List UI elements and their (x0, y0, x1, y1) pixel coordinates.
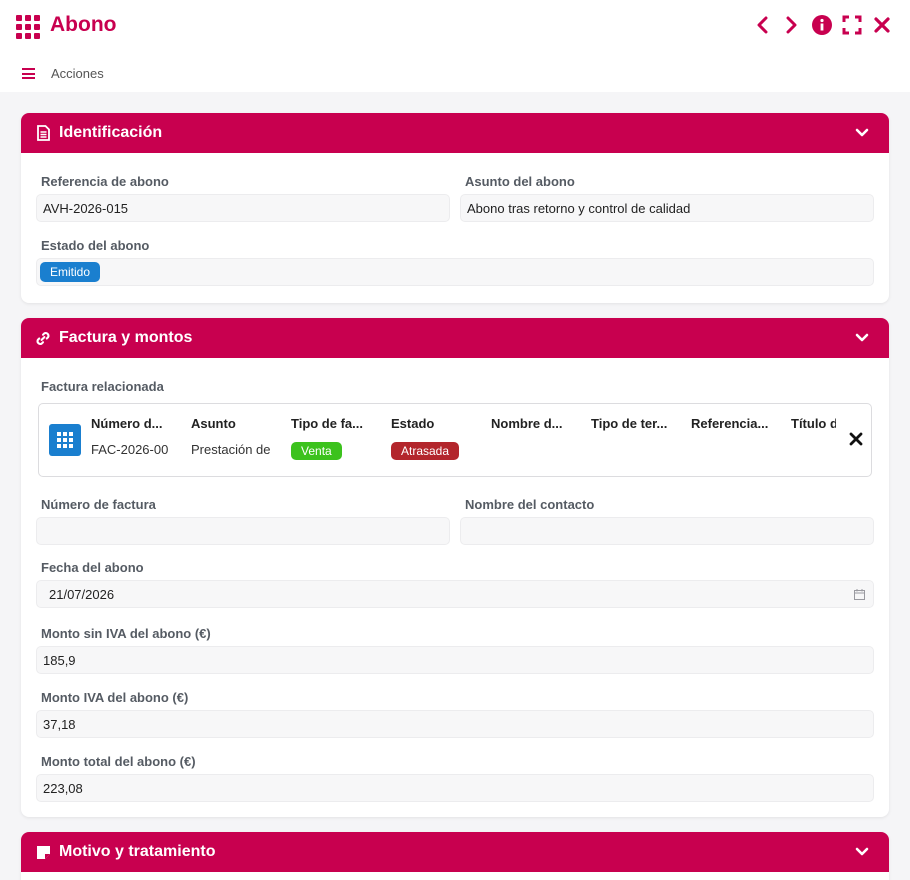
column-header: Nombre d... (491, 416, 563, 431)
monto-sin-iva-field[interactable]: 185,9 (36, 646, 874, 674)
factura-relacionada-record[interactable]: Número d... FAC-2026-00 Asunto Prestació… (38, 403, 872, 477)
actions-menu[interactable]: Acciones (22, 66, 104, 81)
column-value-cell: Venta (291, 442, 377, 462)
column-header: Asunto (191, 416, 236, 431)
column-value (691, 442, 777, 462)
identificacion-title: Identificación (59, 124, 163, 141)
monto-total-field[interactable]: 223,08 (36, 774, 874, 802)
actions-label[interactable]: Acciones (51, 66, 104, 81)
identificacion-header[interactable]: Identificación (21, 113, 889, 153)
contacto-label: Nombre del contacto (465, 497, 595, 512)
monto-total-label: Monto total del abono (€) (41, 754, 196, 769)
window-controls (752, 14, 892, 36)
info-icon[interactable] (812, 14, 832, 36)
chevron-down-icon[interactable] (855, 331, 869, 345)
fecha-value: 21/07/2026 (49, 586, 115, 602)
column-header: Tipo de ter... (591, 416, 668, 431)
column-header: Estado (391, 416, 435, 431)
estado-field[interactable]: Emitido (36, 258, 874, 286)
column-value-cell: Atrasada (391, 442, 477, 462)
motivo-header[interactable]: Motivo y tratamiento (21, 832, 889, 872)
related-column: Tipo de fa... Venta (291, 416, 377, 462)
factura-title: Factura y montos (59, 329, 193, 346)
calendar-icon[interactable] (854, 589, 865, 600)
related-columns: Número d... FAC-2026-00 Asunto Prestació… (91, 404, 836, 478)
numero-factura-label: Número de factura (41, 497, 156, 512)
column-value (791, 442, 836, 462)
related-column: Asunto Prestación de (191, 416, 277, 462)
identificacion-card: Identificación Referencia de abono AVH-2… (21, 113, 889, 303)
fecha-label: Fecha del abono (41, 560, 144, 575)
close-icon[interactable] (872, 14, 892, 36)
motivo-card: Motivo y tratamiento (21, 832, 889, 880)
chevron-down-icon[interactable] (855, 845, 869, 859)
column-value (591, 442, 677, 462)
top-bar: Abono Acciones (0, 0, 910, 92)
chevron-right-icon[interactable] (782, 14, 802, 36)
chevron-down-icon[interactable] (855, 126, 869, 140)
motivo-title: Motivo y tratamiento (59, 843, 216, 860)
related-column: Estado Atrasada (391, 416, 477, 462)
status-badge: Emitido (40, 262, 101, 282)
factura-card: Factura y montos Factura relacionada Núm… (21, 318, 889, 817)
related-column: Título d (791, 416, 836, 462)
grid-icon[interactable] (16, 15, 40, 39)
sticky-note-icon (35, 844, 51, 860)
contacto-field[interactable] (460, 517, 874, 545)
grid-icon (49, 424, 81, 456)
related-column: Nombre d... (491, 416, 577, 462)
related-column: Tipo de ter... (591, 416, 677, 462)
related-column: Número d... FAC-2026-00 (91, 416, 177, 462)
column-value: FAC-2026-00 (91, 442, 169, 457)
estado-label: Estado del abono (41, 238, 150, 253)
asunto-label: Asunto del abono (465, 174, 575, 189)
abono-window: Abono Acciones Identificación Referencia… (0, 0, 910, 880)
window-title: Abono (50, 13, 117, 36)
fullscreen-icon[interactable] (842, 14, 862, 36)
monto-iva-label: Monto IVA del abono (€) (41, 690, 189, 705)
fecha-field[interactable]: 21/07/2026 (36, 580, 874, 608)
link-icon (35, 330, 51, 346)
estado-badge: Atrasada (391, 442, 460, 460)
column-value: Prestación de (191, 442, 271, 457)
factura-header[interactable]: Factura y montos (21, 318, 889, 358)
tipo-badge: Venta (291, 442, 342, 460)
related-column: Referencia... (691, 416, 777, 462)
referencia-label: Referencia de abono (41, 174, 169, 189)
monto-iva-field[interactable]: 37,18 (36, 710, 874, 738)
close-icon[interactable] (849, 432, 863, 446)
document-icon (35, 125, 51, 141)
referencia-field[interactable]: AVH-2026-015 (36, 194, 450, 222)
asunto-field[interactable]: Abono tras retorno y control de calidad (460, 194, 874, 222)
hamburger-icon[interactable] (22, 68, 35, 79)
chevron-left-icon[interactable] (752, 14, 772, 36)
numero-factura-field[interactable] (36, 517, 450, 545)
column-header: Referencia... (691, 416, 769, 431)
column-header: Tipo de fa... (291, 416, 363, 431)
factura-relacionada-label: Factura relacionada (41, 379, 164, 394)
column-header: Número d... (91, 416, 163, 431)
column-header: Título d (791, 416, 836, 431)
column-value (491, 442, 577, 462)
monto-sin-iva-label: Monto sin IVA del abono (€) (41, 626, 211, 641)
